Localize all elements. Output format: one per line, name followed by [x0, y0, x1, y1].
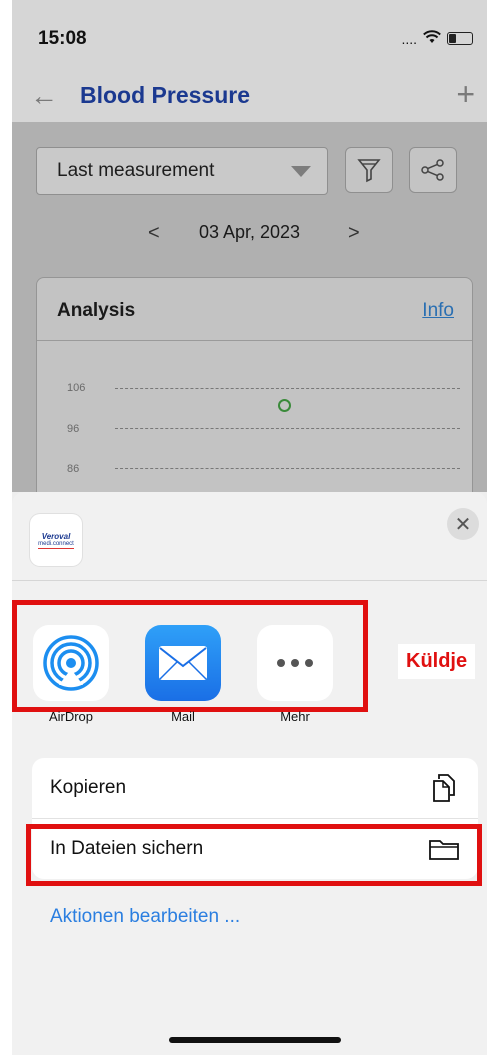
battery-icon [447, 32, 473, 45]
status-bar: 15:08 .... [12, 0, 487, 80]
app-airdrop[interactable]: AirDrop [33, 625, 109, 724]
date-label: 03 Apr, 2023 [198, 222, 301, 242]
action-label: Kopieren [50, 777, 127, 798]
mail-icon [145, 625, 221, 701]
analysis-title: Analysis [57, 300, 136, 321]
close-icon[interactable]: ✕ [447, 508, 479, 540]
gridline-106 [115, 388, 460, 389]
airdrop-icon [33, 625, 109, 701]
logo-text: Veroval [41, 531, 71, 541]
arrow-left-icon[interactable]: ← [30, 80, 58, 112]
app-label: AirDrop [48, 709, 94, 724]
dropdown-value: Last measurement [57, 160, 215, 181]
copy-icon [428, 772, 460, 804]
save-files-highlight-box [26, 824, 482, 886]
status-time: 15:08 [38, 28, 87, 49]
app-label: Mail [171, 709, 195, 724]
y-tick-106: 106 [67, 382, 86, 394]
edit-actions-link[interactable]: Aktionen bearbeiten ... [50, 906, 240, 928]
app-header: ← Blood Pressure + [12, 76, 487, 122]
more-icon [257, 625, 333, 701]
logo-subtext: medi.connect [38, 540, 74, 549]
apps-highlight-box: AirDrop Mail Mehr [12, 600, 368, 724]
data-point [278, 399, 291, 412]
filter-icon [357, 159, 381, 183]
plus-icon[interactable]: + [456, 76, 475, 112]
home-indicator [169, 1037, 341, 1043]
card-divider [37, 340, 472, 341]
action-copy[interactable]: Kopieren [32, 758, 478, 819]
measurement-dropdown[interactable]: Last measurement [36, 147, 328, 195]
app-logo: Veroval medi.connect [30, 514, 82, 566]
app-mail[interactable]: Mail [145, 625, 221, 724]
chevron-down-icon [291, 166, 311, 177]
share-sheet: Veroval medi.connect ✕ AirDrop Mail Mehr… [12, 492, 487, 1055]
filter-button[interactable] [345, 147, 393, 193]
y-tick-86: 86 [67, 463, 80, 475]
status-icons: .... [401, 30, 473, 47]
wifi-icon [423, 30, 441, 47]
sheet-divider [12, 580, 487, 581]
dimmed-content: Last measurement < 03 Apr, 2023 > Analys… [12, 122, 487, 539]
share-icon [421, 159, 444, 181]
phone-screen: 15:08 .... ← Blood Pressure + Last measu… [12, 0, 487, 1055]
date-next-button[interactable]: > [348, 222, 360, 245]
page-title: Blood Pressure [80, 82, 250, 108]
app-more[interactable]: Mehr [257, 625, 333, 724]
gridline-86 [115, 468, 460, 469]
info-link[interactable]: Info [422, 300, 454, 322]
annotation-label: Küldje [398, 644, 476, 679]
gridline-96 [115, 428, 460, 429]
y-tick-96: 96 [67, 423, 80, 435]
signal-indicator: .... [401, 30, 417, 47]
app-label: Mehr [280, 709, 310, 724]
share-button[interactable] [409, 147, 457, 193]
